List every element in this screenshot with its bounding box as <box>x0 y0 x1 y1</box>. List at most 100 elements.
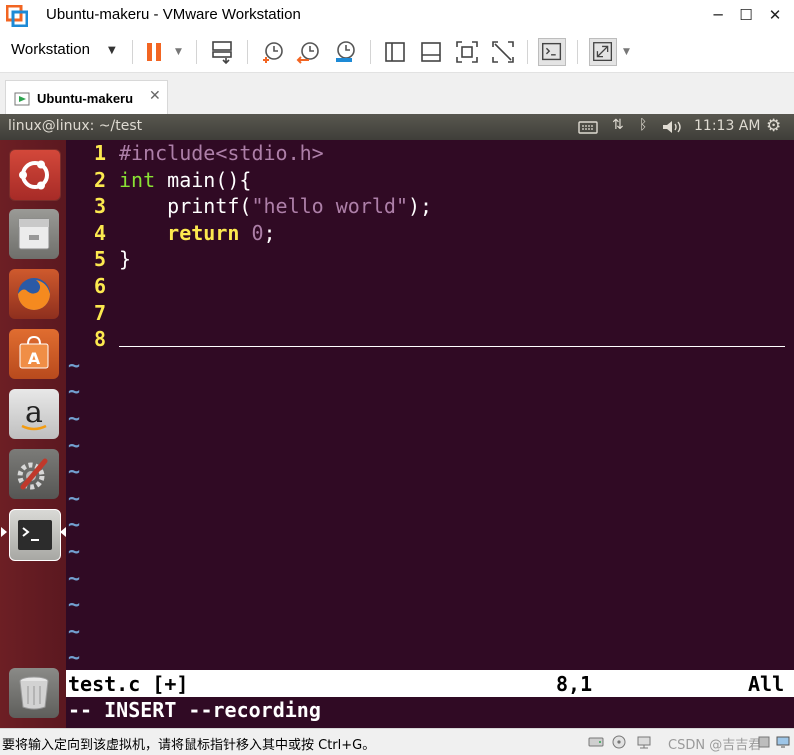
window-title-bar: Ubuntu-makeru - VMware Workstation ─ ☐ ✕ <box>0 0 794 32</box>
vim-empty-line: ~ <box>66 432 794 458</box>
library-view-icon[interactable] <box>381 38 409 66</box>
toolbar-divider <box>196 40 197 64</box>
vim-line: 2 int main(){ <box>66 167 794 193</box>
vim-empty-line: ~ <box>66 538 794 564</box>
revert-snapshot-icon[interactable] <box>295 38 323 66</box>
vim-line: 6 <box>66 273 794 299</box>
vim-empty-line: ~ <box>66 485 794 511</box>
console-view-icon[interactable] <box>417 38 445 66</box>
stretch-icon[interactable] <box>589 38 617 66</box>
vm-running-icon <box>14 92 30 106</box>
network-icon[interactable]: ⇅ <box>612 117 624 133</box>
line-number: 1 <box>93 141 106 165</box>
system-settings-icon[interactable] <box>9 449 59 499</box>
software-center-icon[interactable]: A <box>9 329 59 379</box>
vm-tab-strip: Ubuntu-makeru ✕ <box>0 72 794 115</box>
line-number: 3 <box>93 194 106 219</box>
vim-empty-line: ~ <box>66 511 794 537</box>
firefox-icon[interactable] <box>9 269 59 319</box>
cursor-line-underline <box>119 346 785 347</box>
running-indicator <box>1 527 7 537</box>
svg-text:A: A <box>28 349 41 368</box>
minimize-button[interactable]: ─ <box>706 4 730 26</box>
toolbar-divider <box>370 40 371 64</box>
ubuntu-dash-icon[interactable] <box>9 149 61 201</box>
vim-line: 8 <box>66 326 794 352</box>
chevron-down-icon[interactable]: ▼ <box>108 45 116 56</box>
cd-dvd-icon[interactable] <box>611 734 627 750</box>
vim-empty-line: ~ <box>66 378 794 404</box>
snapshot-icon[interactable] <box>259 38 287 66</box>
code-token: int <box>119 167 156 192</box>
code-text: int main(){ <box>119 167 251 193</box>
network-adapter-icon[interactable] <box>636 734 652 750</box>
clock[interactable]: 11:13 AM <box>694 118 760 134</box>
chevron-down-icon[interactable]: ▼ <box>623 47 630 57</box>
workstation-menu[interactable]: Workstation <box>11 41 90 58</box>
line-number: 5 <box>93 247 106 272</box>
usb-icon[interactable] <box>756 734 772 750</box>
snapshot-manager-icon[interactable] <box>331 38 359 66</box>
close-tab-icon[interactable]: ✕ <box>149 88 161 104</box>
terminal-view-icon[interactable] <box>538 38 566 66</box>
unity-icon[interactable] <box>489 38 517 66</box>
code-text: } <box>119 246 131 272</box>
tilde-marker: ~ <box>68 459 81 484</box>
pause-icon[interactable] <box>142 38 170 66</box>
code-token: printf( <box>119 194 252 219</box>
vmware-status-bar: 要将输入定向到该虚拟机，请将鼠标指针移入其中或按 Ctrl+G。 CSDN @吉… <box>0 728 794 755</box>
chevron-down-icon[interactable]: ▼ <box>175 47 182 57</box>
vim-empty-line: ~ <box>66 352 794 378</box>
toolbar-divider <box>132 40 133 64</box>
tilde-marker: ~ <box>68 592 81 617</box>
amazon-icon[interactable]: a <box>9 389 59 439</box>
tilde-marker: ~ <box>68 379 81 404</box>
code-token: return <box>167 220 240 245</box>
line-number: 4 <box>93 220 106 245</box>
send-ctrl-alt-del-icon[interactable] <box>209 38 237 66</box>
vim-line: 4 return 0; <box>66 220 794 246</box>
code-token: "hello world" <box>251 194 408 219</box>
status-cursor-position: 8,1 <box>556 672 593 696</box>
vim-empty-line: ~ <box>66 644 794 670</box>
status-filename: test.c [+] <box>68 672 189 696</box>
vim-empty-line: ~ <box>66 565 794 591</box>
status-scroll-position: All <box>748 672 785 696</box>
keyboard-icon[interactable] <box>578 119 598 135</box>
vim-status-line: test.c [+] 8,1 All <box>66 670 794 697</box>
tilde-marker: ~ <box>68 645 81 670</box>
files-icon[interactable] <box>9 209 59 259</box>
line-number: 7 <box>93 300 106 325</box>
terminal-icon[interactable] <box>9 509 61 561</box>
code-token: ; <box>263 220 276 245</box>
tab-ubuntu-makeru[interactable]: Ubuntu-makeru ✕ <box>5 80 168 115</box>
display-icon[interactable] <box>775 734 791 750</box>
code-text: return 0; <box>119 220 276 246</box>
vim-empty-line: ~ <box>66 618 794 644</box>
volume-icon[interactable] <box>661 119 683 135</box>
vim-line: 3 printf("hello world"); <box>66 193 794 219</box>
gear-icon[interactable]: ⚙ <box>766 116 781 136</box>
fullscreen-icon[interactable] <box>453 38 481 66</box>
close-button[interactable]: ✕ <box>763 4 787 26</box>
maximize-button[interactable]: ☐ <box>734 4 758 26</box>
svg-text:a: a <box>25 395 43 430</box>
hard-disk-icon[interactable] <box>588 734 604 750</box>
tab-label: Ubuntu-makeru <box>37 91 134 106</box>
vim-empty-line: ~ <box>66 405 794 431</box>
trash-icon[interactable] <box>9 668 59 718</box>
tilde-marker: ~ <box>68 432 81 457</box>
code-text: #include<stdio.h> <box>119 140 324 166</box>
code-token: ); <box>408 194 433 219</box>
vmware-logo-icon <box>6 5 28 27</box>
code-text: printf("hello world"); <box>119 193 432 219</box>
line-number: 2 <box>93 167 106 192</box>
tilde-marker: ~ <box>68 618 81 643</box>
toolbar-divider <box>247 40 248 64</box>
tilde-marker: ~ <box>68 565 81 590</box>
terminal-window[interactable]: 1 #include<stdio.h> 2 int main(){3 printf("… <box>66 140 794 728</box>
vim-empty-line: ~ <box>66 458 794 484</box>
vim-mode-line: -- INSERT --recording <box>68 698 321 722</box>
bluetooth-icon[interactable]: ᛒ <box>639 117 647 133</box>
active-window-title: linux@linux: ~/test <box>8 118 143 134</box>
